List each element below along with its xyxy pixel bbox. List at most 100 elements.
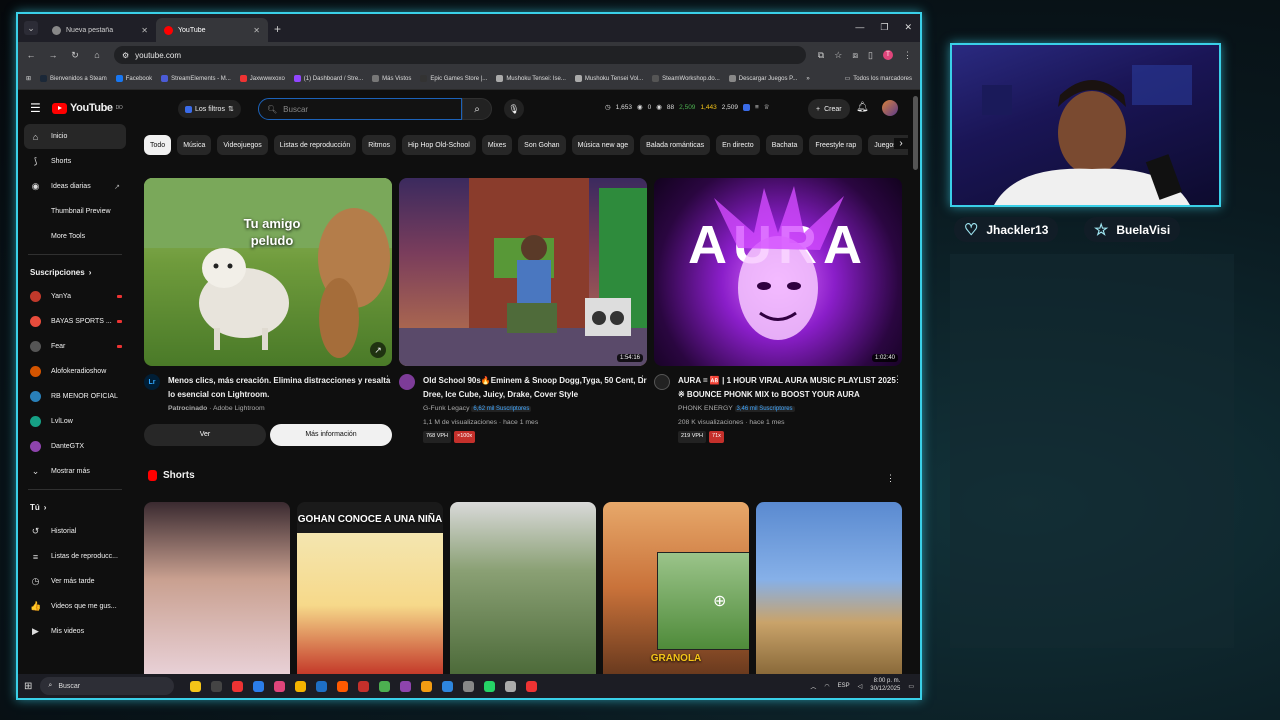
video-title[interactable]: AURA = 🆎 | 1 HOUR VIRAL AURA MUSIC PLAYL… <box>678 374 902 402</box>
external-link-icon[interactable]: ↗ <box>370 342 386 358</box>
url-field[interactable]: ⚙ youtube.com <box>114 46 806 64</box>
filter-chip[interactable]: Todo <box>144 135 172 155</box>
search-button[interactable]: ⌕ <box>462 98 492 120</box>
subscription-item[interactable]: Alofokeradioshow <box>24 359 126 384</box>
sidebar-item-ideas[interactable]: ◉ Ideas diarias ↗ <box>24 174 126 199</box>
sidebar-item-you[interactable]: ↺ Historial <box>24 519 126 544</box>
extension-icon[interactable] <box>743 103 750 111</box>
short-card[interactable] <box>144 502 290 674</box>
bookmark-item[interactable]: Mushoku Tensei: Ise... <box>496 75 566 82</box>
sidebar-item-you[interactable]: ◷ Ver más tarde <box>24 569 126 594</box>
tab-youtube[interactable]: YouTube ✕ <box>156 18 268 42</box>
taskbar-app-icon[interactable] <box>274 680 286 692</box>
voice-search-icon[interactable]: 🎙︎ <box>504 99 524 119</box>
filter-chip[interactable]: Música new age <box>571 135 635 155</box>
sidebar-item-thumbnail[interactable]: Thumbnail Preview <box>24 199 126 224</box>
short-card[interactable]: GOHAN CONOCE A UNA NIÑA <box>297 502 443 674</box>
more-actions-icon[interactable]: ⋮ <box>638 374 647 385</box>
site-info-icon[interactable]: ⚙ <box>122 51 129 60</box>
bookmark-item[interactable]: Más Vistos <box>372 75 411 82</box>
subscription-item[interactable]: BAYAS SPORTS ... <box>24 309 126 334</box>
filter-chip[interactable]: Freestyle rap <box>809 135 863 155</box>
taskbar-app-icon[interactable] <box>211 680 223 692</box>
filter-chip[interactable]: Bachata <box>765 135 804 155</box>
taskbar-app-icon[interactable] <box>337 680 349 692</box>
taskbar-app-icon[interactable] <box>526 680 538 692</box>
short-card[interactable] <box>756 502 902 674</box>
new-tab-button[interactable]: + <box>274 22 281 36</box>
video-thumbnail[interactable]: Tu amigo peludo ↗ <box>144 178 392 366</box>
taskbar-app-icon[interactable] <box>295 680 307 692</box>
sidebar-item-home[interactable]: ⌂ Inicio <box>24 124 126 149</box>
filter-chip[interactable]: Ritmos <box>362 135 396 155</box>
apps-icon[interactable]: ⊞ <box>26 75 31 82</box>
subscription-item[interactable]: DanteGTX <box>24 434 126 459</box>
volume-icon[interactable]: ◁ <box>858 683 863 690</box>
taskbar-app-icon[interactable] <box>484 680 496 692</box>
account-avatar[interactable] <box>882 100 898 116</box>
bookmark-item[interactable]: Jaxwwwxoxo <box>239 75 285 82</box>
page-scrollbar[interactable] <box>913 96 918 170</box>
video-thumbnail[interactable]: 1:54:16 <box>399 178 647 366</box>
forward-icon[interactable]: → <box>48 50 58 60</box>
profile-avatar[interactable]: T <box>883 50 893 60</box>
taskbar-app-icon[interactable] <box>232 680 244 692</box>
video-thumbnail[interactable]: AURA 1:02:40 <box>654 178 902 366</box>
cast-icon[interactable]: ⧉ <box>818 50 824 61</box>
chevron-up-icon[interactable]: ︿ <box>810 682 816 691</box>
channel-name[interactable]: PHONK ENERGY <box>678 405 733 412</box>
chevron-right-icon[interactable]: › <box>894 138 908 149</box>
subscription-item[interactable]: RB MENOR OFICIAL <box>24 384 126 409</box>
filter-chip[interactable]: Videojuegos <box>217 135 268 155</box>
subscriptions-heading[interactable]: Suscripciones › <box>24 260 126 284</box>
minimize-icon[interactable]: — <box>855 22 864 33</box>
sidepanel-icon[interactable]: ▯ <box>868 50 873 61</box>
channel-name[interactable]: Adobe Lightroom <box>213 405 265 412</box>
reload-icon[interactable]: ↻ <box>70 50 80 61</box>
channel-avatar[interactable] <box>654 374 670 390</box>
taskbar-app-icon[interactable] <box>316 680 328 692</box>
sidebar-item-you[interactable]: ▶ Mis videos <box>24 619 126 644</box>
notification-icon[interactable]: ▭ <box>908 683 914 690</box>
filter-chip[interactable]: Mixes <box>481 135 513 155</box>
subscription-item[interactable]: YanYa <box>24 284 126 309</box>
hamburger-menu-icon[interactable]: ☰ <box>30 101 42 115</box>
show-more-button[interactable]: ⌄ Mostrar más <box>24 459 126 484</box>
search-input[interactable]: 🔍︎ Buscar <box>258 98 462 120</box>
filter-chip[interactable]: Son Gohan <box>518 135 566 155</box>
bookmark-item[interactable]: Facebook <box>115 75 152 82</box>
more-actions-icon[interactable]: ⋮ <box>886 473 895 484</box>
sidebar-item-you[interactable]: 👍 Videos que me gus... <box>24 594 126 619</box>
notifications-bell-icon[interactable]: 🔔︎ <box>856 102 869 113</box>
video-card[interactable]: 1:54:16 Old School 90s🔥Eminem & Snoop Do… <box>399 178 647 444</box>
taskbar-search[interactable]: ⌕ Buscar <box>40 677 175 695</box>
more-bookmarks-icon[interactable]: » <box>806 76 809 82</box>
sidebar-item-shorts[interactable]: ⟆ Shorts <box>24 149 126 174</box>
video-title[interactable]: Old School 90s🔥Eminem & Snoop Dogg,Tyga,… <box>423 374 647 402</box>
bookmark-item[interactable]: Mushoku Tensei Vol... <box>574 75 643 82</box>
create-button[interactable]: + Crear <box>808 99 850 119</box>
more-actions-icon[interactable]: ⋮ <box>893 374 902 385</box>
back-icon[interactable]: ← <box>26 50 36 60</box>
video-card-ad[interactable]: Tu amigo peludo ↗ Lr Menos clics, más cr… <box>144 178 392 446</box>
filter-chip[interactable]: Hip Hop Old-School <box>402 135 476 155</box>
taskbar-app-icon[interactable] <box>379 680 391 692</box>
filters-button[interactable]: Los filtros ⇅ <box>178 100 241 118</box>
tab-new-tab[interactable]: Nueva pestaña ✕ <box>44 18 156 42</box>
taskbar-app-icon[interactable] <box>442 680 454 692</box>
filter-chip[interactable]: Balada románticas <box>640 135 711 155</box>
clock[interactable]: 8:00 p. m. 30/12/2025 <box>870 678 900 694</box>
bookmark-item[interactable]: (1) Dashboard / Stre... <box>293 75 363 82</box>
extensions-icon[interactable]: ⧈ <box>852 50 858 61</box>
you-heading[interactable]: Tú › <box>24 495 126 519</box>
bookmark-item[interactable]: Descargar Juegos P... <box>728 75 797 82</box>
language-indicator[interactable]: ESP <box>838 683 850 689</box>
taskbar-app-icon[interactable] <box>463 680 475 692</box>
bookmark-item[interactable]: Epic Games Store |... <box>420 75 487 82</box>
short-card[interactable] <box>450 502 596 674</box>
sidebar-item-you[interactable]: ≡ Listas de reproducc... <box>24 544 126 569</box>
trophy-icon[interactable]: ♕ <box>764 103 770 111</box>
wifi-icon[interactable]: ◠ <box>824 683 829 690</box>
watch-button[interactable]: Ver <box>144 423 266 446</box>
taskbar-app-icon[interactable] <box>400 680 412 692</box>
